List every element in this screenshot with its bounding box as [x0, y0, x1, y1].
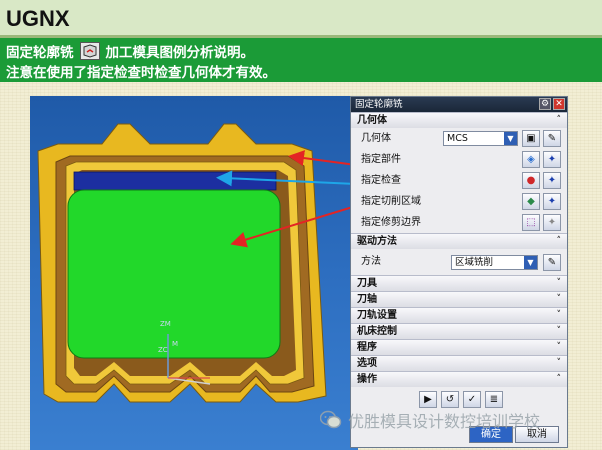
chevron-down-icon: ˅ — [556, 342, 562, 352]
section-program[interactable]: 程序 ˅ — [351, 339, 567, 355]
chevron-down-icon: ▼ — [524, 256, 537, 269]
chevron-up-icon: ˄ — [556, 236, 562, 246]
specify-trim-label: 指定修剪边界 — [361, 217, 421, 228]
axis-zc-label: ZC — [158, 346, 168, 354]
display-part-button[interactable]: ✦ — [543, 151, 561, 168]
edit-geometry-button[interactable]: ✎ — [543, 130, 561, 147]
section-machine-control[interactable]: 机床控制 ˅ — [351, 323, 567, 339]
generate-button[interactable]: ▶ — [419, 391, 437, 408]
edit-method-button[interactable]: ✎ — [543, 254, 561, 271]
settings-icon[interactable]: ⚙ — [539, 98, 551, 110]
banner-prefix: 固定轮廓铣 — [6, 45, 74, 61]
new-geometry-button[interactable]: ▣ — [522, 130, 540, 147]
axis-zm-label: ZM — [160, 320, 171, 328]
section-path-settings[interactable]: 刀轨设置 ˅ — [351, 307, 567, 323]
close-icon[interactable]: ✕ — [553, 98, 565, 110]
replay-button[interactable]: ↺ — [441, 391, 459, 408]
geometry-select-value: MCS — [447, 133, 468, 144]
check-band — [73, 171, 277, 191]
fixed-contour-mill-icon — [79, 42, 100, 60]
fixed-contour-dialog: 固定轮廓铣 ⚙ ✕ 几何体 ˄ 几何体 MCS ▼ ▣ ✎ 指定部件 ◈ ✦ 指… — [350, 96, 568, 448]
slide-title: UGNX — [6, 6, 70, 31]
chevron-down-icon: ˅ — [556, 310, 562, 320]
method-label: 方法 — [361, 256, 381, 267]
specify-trim-row: 指定修剪边界 ⬚ ✦ — [351, 212, 567, 233]
chevron-up-icon: ˄ — [556, 115, 562, 125]
method-row: 方法 区域铣削 ▼ ✎ — [351, 249, 567, 275]
section-geometry[interactable]: 几何体 ˄ — [351, 112, 567, 128]
section-drive-method[interactable]: 驱动方法 ˄ — [351, 233, 567, 249]
chevron-down-icon: ˅ — [556, 326, 562, 336]
specify-part-row: 指定部件 ◈ ✦ — [351, 149, 567, 170]
specify-check-row: 指定检查 ● ✦ — [351, 170, 567, 191]
dialog-title-bar: 固定轮廓铣 ⚙ ✕ — [351, 97, 567, 112]
specify-part-label: 指定部件 — [361, 154, 401, 165]
axis-m-label: M — [172, 340, 179, 348]
section-tool-axis-label: 刀轴 — [357, 294, 377, 305]
geometry-select[interactable]: MCS ▼ — [443, 131, 518, 146]
wechat-icon — [320, 410, 342, 429]
geometry-label: 几何体 — [361, 133, 391, 144]
section-options[interactable]: 选项 ˅ — [351, 355, 567, 371]
section-drive-label: 驱动方法 — [357, 236, 397, 247]
display-check-button[interactable]: ✦ — [543, 172, 561, 189]
section-options-label: 选项 — [357, 358, 377, 369]
section-tool-axis[interactable]: 刀轴 ˅ — [351, 291, 567, 307]
chevron-down-icon: ˅ — [556, 278, 562, 288]
section-actions[interactable]: 操作 ˄ — [351, 371, 567, 387]
select-cut-area-button[interactable]: ◆ — [522, 193, 540, 210]
display-cut-area-button[interactable]: ✦ — [543, 193, 561, 210]
section-actions-label: 操作 — [357, 374, 377, 385]
geometry-row: 几何体 MCS ▼ ▣ ✎ — [351, 128, 567, 149]
section-path-settings-label: 刀轨设置 — [357, 310, 397, 321]
graphics-viewport[interactable]: ZM ZC M — [30, 96, 358, 450]
cut-area-surface — [67, 189, 281, 359]
section-program-label: 程序 — [357, 342, 377, 353]
section-geometry-label: 几何体 — [357, 115, 387, 126]
banner-suffix: 加工模具图例分析说明。 — [105, 45, 255, 61]
chevron-down-icon: ▼ — [504, 132, 517, 145]
slide-title-bar: UGNX — [0, 0, 602, 38]
select-part-button[interactable]: ◈ — [522, 151, 540, 168]
watermark: 优胜模具设计数控培训学校 — [320, 408, 540, 432]
section-machine-control-label: 机床控制 — [357, 326, 397, 337]
section-tool[interactable]: 刀具 ˅ — [351, 275, 567, 291]
list-button[interactable]: ≣ — [485, 391, 503, 408]
model-drawing — [37, 123, 327, 403]
verify-button[interactable]: ✓ — [463, 391, 481, 408]
select-check-button[interactable]: ● — [522, 172, 540, 189]
chevron-down-icon: ˅ — [556, 294, 562, 304]
specify-cut-area-row: 指定切削区域 ◆ ✦ — [351, 191, 567, 212]
method-select-value: 区域铣削 — [455, 257, 494, 268]
display-trim-button[interactable]: ✦ — [543, 214, 561, 231]
banner-note: 注意在使用了指定检查时检查几何体才有效。 — [6, 65, 276, 81]
chevron-down-icon: ˅ — [556, 358, 562, 368]
chevron-up-icon: ˄ — [556, 374, 562, 384]
select-trim-button[interactable]: ⬚ — [522, 214, 540, 231]
description-banner: 固定轮廓铣 加工模具图例分析说明。 注意在使用了指定检查时检查几何体才有效。 — [0, 38, 602, 82]
section-tool-label: 刀具 — [357, 278, 377, 289]
method-select[interactable]: 区域铣削 ▼ — [451, 255, 538, 270]
specify-cut-area-label: 指定切削区域 — [361, 196, 421, 207]
dialog-title: 固定轮廓铣 — [355, 99, 403, 110]
specify-check-label: 指定检查 — [361, 175, 401, 186]
watermark-text: 优胜模具设计数控培训学校 — [348, 412, 541, 431]
